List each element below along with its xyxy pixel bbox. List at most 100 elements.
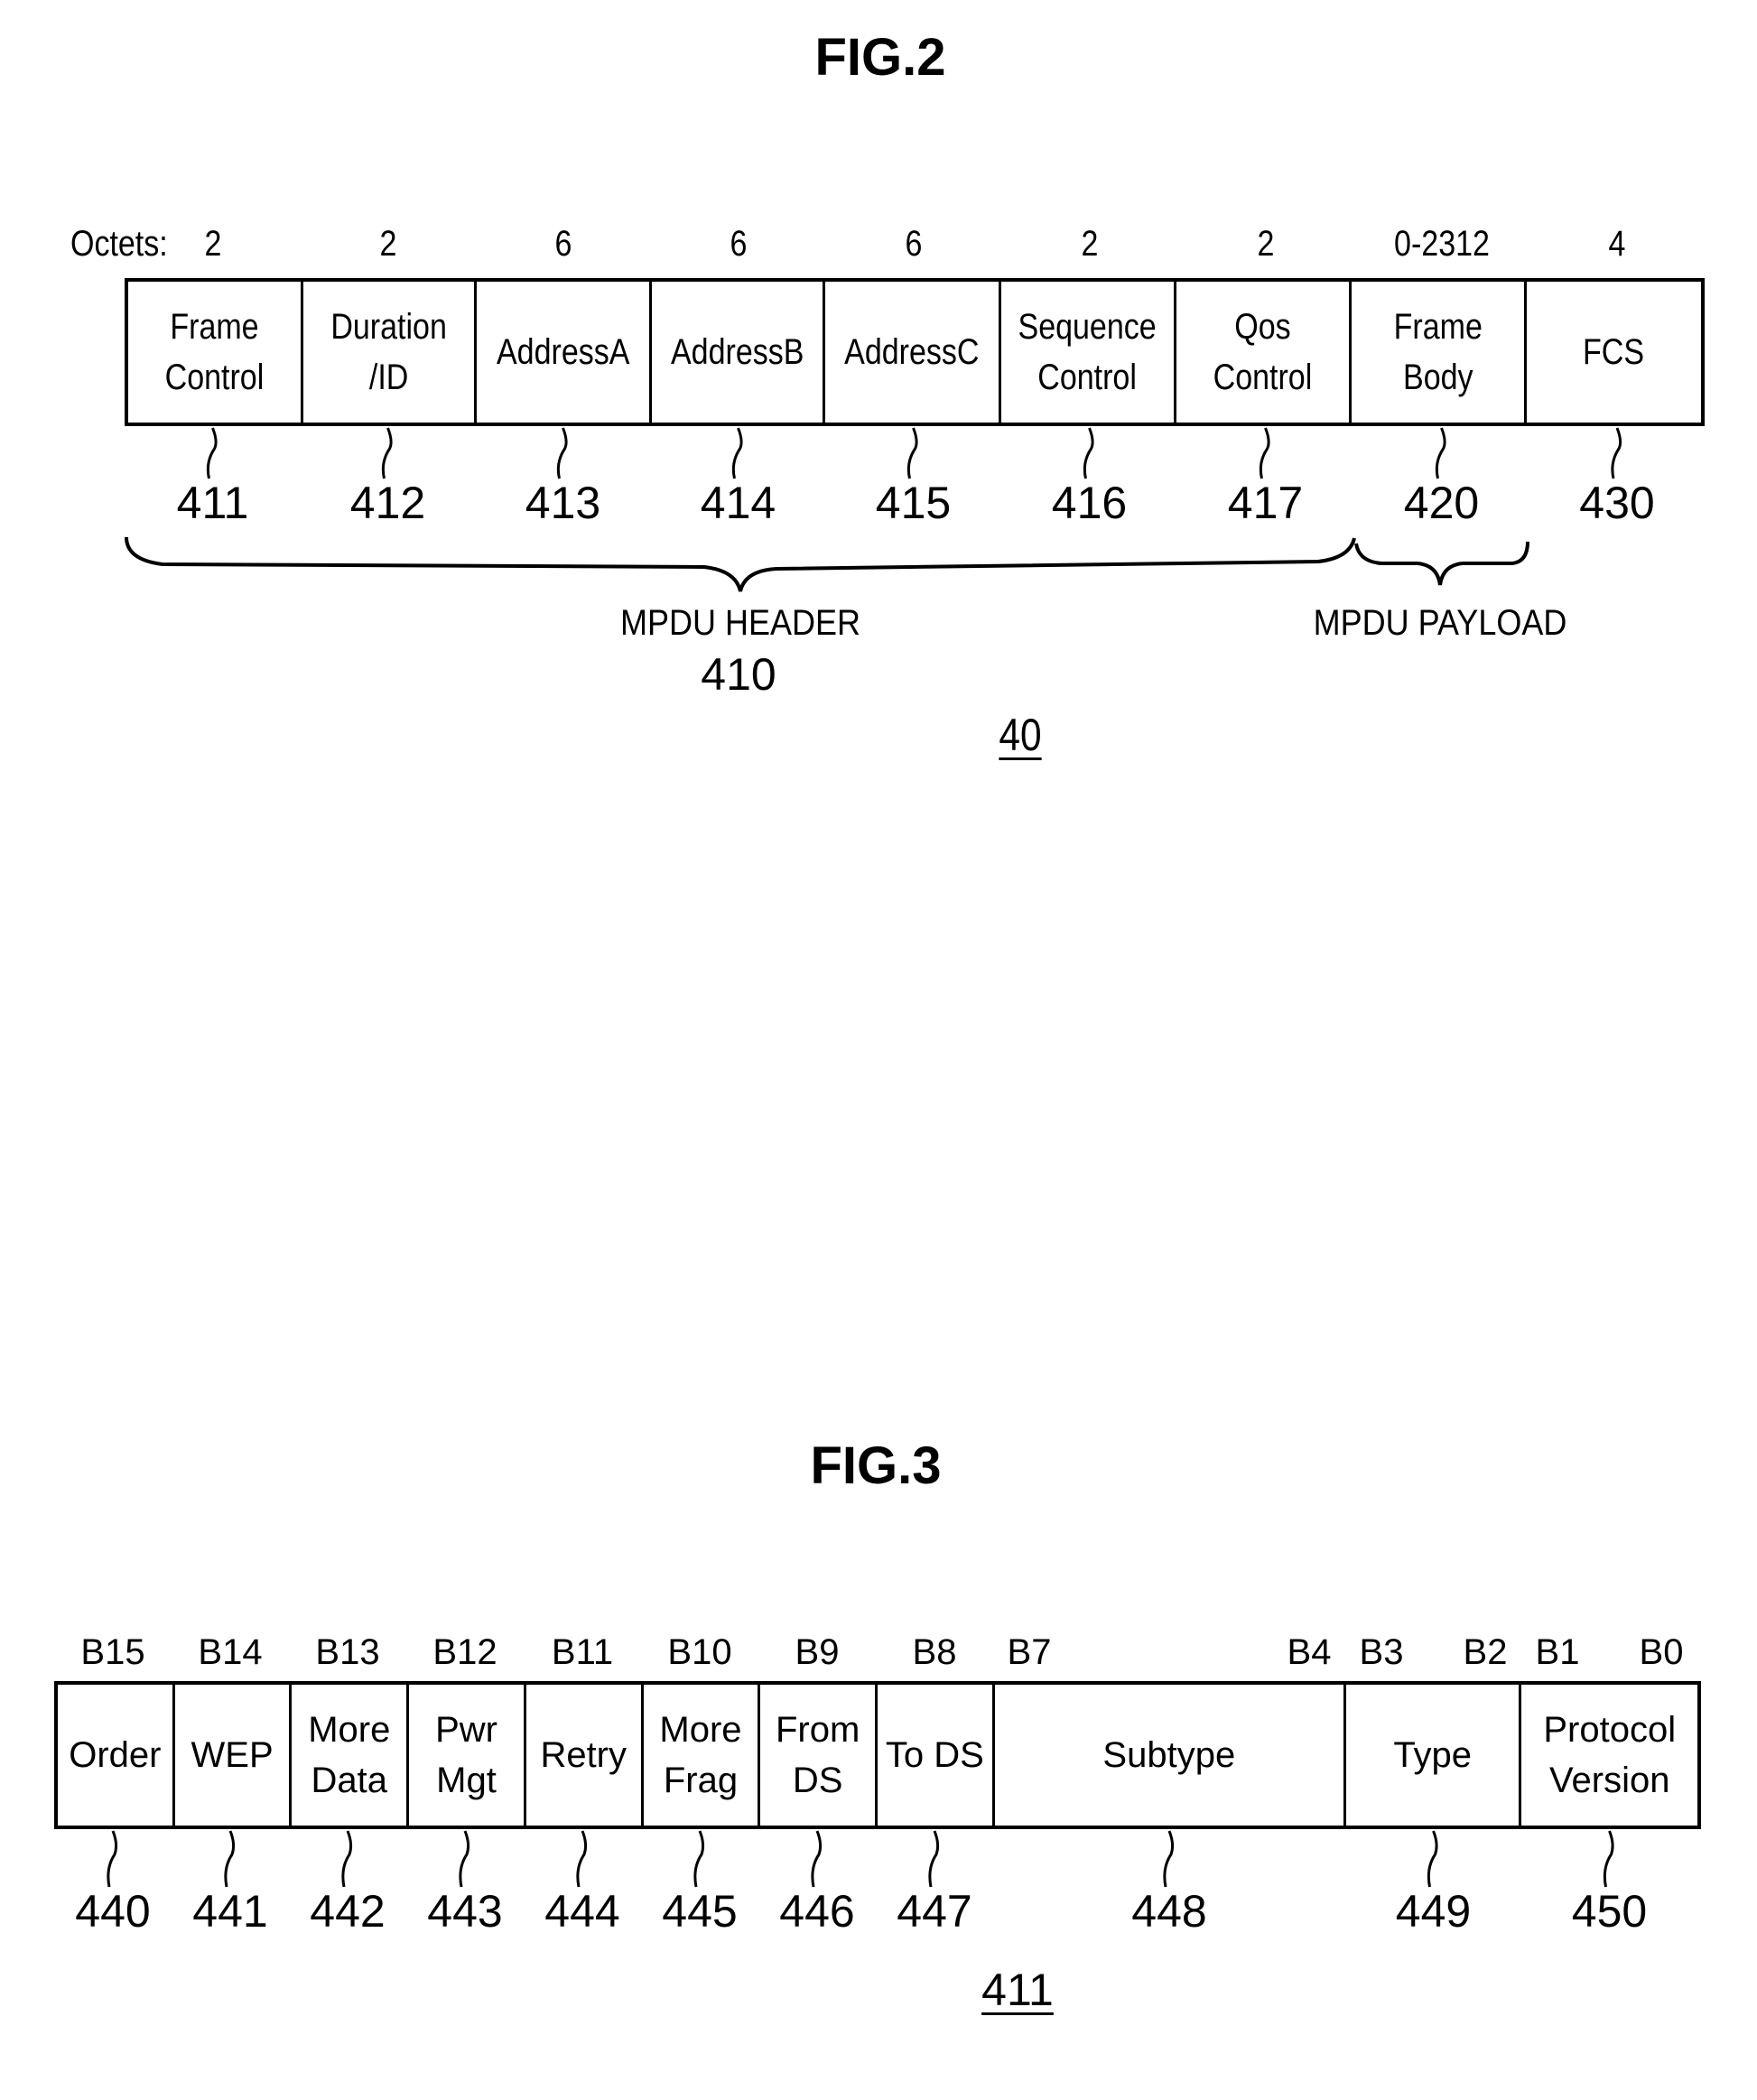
field-type: Type <box>1346 1685 1522 1826</box>
octet-count: 2 <box>1081 224 1098 264</box>
fig3-figure-ref: 411 <box>981 1965 1054 2015</box>
field-to-ds: To DS <box>878 1685 995 1826</box>
field-qos-control: Qos Control <box>1176 282 1352 423</box>
ref-numeral: 412 <box>349 478 426 528</box>
field-wep: WEP <box>175 1685 293 1826</box>
field-frame-control: Frame Control <box>128 282 304 423</box>
ref-numeral: 449 <box>1395 1886 1472 1937</box>
field-label: Frame Body <box>1393 307 1483 397</box>
bit-label: B15 <box>80 1632 145 1672</box>
ref-numeral: 414 <box>700 478 776 528</box>
ref-numeral: 416 <box>1051 478 1128 528</box>
field-order: Order <box>58 1685 175 1826</box>
leader-line-430 <box>1611 427 1622 479</box>
field-sequence-control: Sequence Control <box>1001 282 1176 423</box>
leader-line-411 <box>206 427 218 479</box>
field-subtype: Subtype <box>995 1685 1346 1826</box>
mpdu-header-label: MPDU HEADER <box>619 603 861 643</box>
leader-line-415 <box>906 427 918 479</box>
fig3-title: FIG.3 <box>810 1436 942 1495</box>
leader-line-416 <box>1083 427 1094 479</box>
bit-label: B14 <box>198 1632 263 1672</box>
field-label: To DS <box>885 1735 984 1775</box>
leader-line-449 <box>1427 1830 1438 1888</box>
ref-numeral: 420 <box>1403 478 1480 528</box>
field-label: Type <box>1393 1735 1473 1775</box>
mpdu-frame-diagram: Frame Control Duration /ID AddressA Address… <box>125 278 1705 426</box>
leader-line-445 <box>693 1830 705 1888</box>
field-addressb: AddressB <box>652 282 826 423</box>
leader-line-440 <box>107 1830 118 1888</box>
octet-count: 2 <box>1257 224 1274 264</box>
octet-count: 6 <box>730 224 747 264</box>
ref-numeral: 411 <box>176 478 249 528</box>
field-label: Retry <box>540 1735 628 1775</box>
octet-count: 6 <box>554 224 572 264</box>
field-from-ds: From DS <box>760 1685 878 1826</box>
field-label: Duration /ID <box>330 307 447 397</box>
field-label: AddressA <box>497 332 630 372</box>
bit-label: B8 <box>912 1632 957 1672</box>
frame-control-diagram: Order WEP More Data Pwr Mgt Retry More Frag Fr… <box>54 1681 1701 1829</box>
leader-line-417 <box>1259 427 1270 479</box>
leader-line-420 <box>1435 427 1446 479</box>
bit-label: B13 <box>315 1632 380 1672</box>
leader-line-446 <box>811 1830 823 1888</box>
field-label: AddressB <box>671 332 804 372</box>
fig2-title: FIG.2 <box>814 28 946 87</box>
leader-line-413 <box>556 427 568 479</box>
bit-label: B7 <box>1007 1632 1052 1672</box>
bit-label: B0 <box>1639 1632 1684 1672</box>
leader-line-450 <box>1603 1830 1614 1888</box>
leader-line-444 <box>576 1830 588 1888</box>
ref-numeral: 430 <box>1579 478 1655 528</box>
field-label: Subtype <box>1102 1735 1236 1775</box>
bit-label: B10 <box>667 1632 732 1672</box>
octet-count: 2 <box>379 224 396 264</box>
field-label: Sequence Control <box>1018 307 1157 397</box>
field-label: Qos Control <box>1213 307 1313 397</box>
bit-label: B1 <box>1535 1632 1580 1672</box>
field-fcs: FCS <box>1527 282 1701 423</box>
field-label: Protocol Version <box>1543 1710 1677 1800</box>
leader-line-441 <box>224 1830 236 1888</box>
ref-numeral: 450 <box>1571 1886 1648 1937</box>
leader-line-412 <box>381 427 393 479</box>
field-frame-body: Frame Body <box>1352 282 1527 423</box>
field-protocol-version: Protocol Version <box>1521 1685 1697 1826</box>
leader-line-448 <box>1163 1830 1175 1888</box>
mpdu-header-ref: 410 <box>701 649 776 700</box>
bit-label: B11 <box>551 1632 614 1672</box>
field-more-frag: More Frag <box>644 1685 761 1826</box>
ref-numeral: 448 <box>1131 1886 1207 1937</box>
mpdu-header-brace <box>125 536 1356 592</box>
ref-numeral: 415 <box>875 478 952 528</box>
field-more-data: More Data <box>292 1685 410 1826</box>
octet-count: 0-2312 <box>1393 224 1490 264</box>
octet-count: 6 <box>905 224 922 264</box>
bit-label: B2 <box>1463 1632 1508 1672</box>
field-addressc: AddressC <box>825 282 1001 423</box>
ref-numeral: 413 <box>525 478 601 528</box>
fig2-figure-ref: 40 <box>999 710 1042 760</box>
octet-count: 2 <box>204 224 221 264</box>
bit-label: B4 <box>1287 1632 1332 1672</box>
field-label: Frame Control <box>164 307 265 397</box>
mpdu-payload-brace <box>1354 541 1529 586</box>
bit-label: B9 <box>795 1632 840 1672</box>
field-label: FCS <box>1583 332 1645 372</box>
field-label: Order <box>69 1735 162 1775</box>
field-label: Pwr Mgt <box>435 1710 497 1800</box>
field-pwr-mgt: Pwr Mgt <box>409 1685 526 1826</box>
ref-numeral: 447 <box>897 1886 972 1937</box>
field-addressa: AddressA <box>477 282 653 423</box>
leader-line-442 <box>341 1830 353 1888</box>
leader-line-443 <box>459 1830 470 1888</box>
ref-numeral: 417 <box>1227 478 1304 528</box>
mpdu-payload-label: MPDU PAYLOAD <box>1313 603 1567 643</box>
field-label: More Frag <box>659 1710 742 1800</box>
field-duration-id: Duration /ID <box>303 282 478 423</box>
leader-line-447 <box>928 1830 940 1888</box>
field-retry: Retry <box>526 1685 644 1826</box>
field-label: From DS <box>776 1710 860 1800</box>
